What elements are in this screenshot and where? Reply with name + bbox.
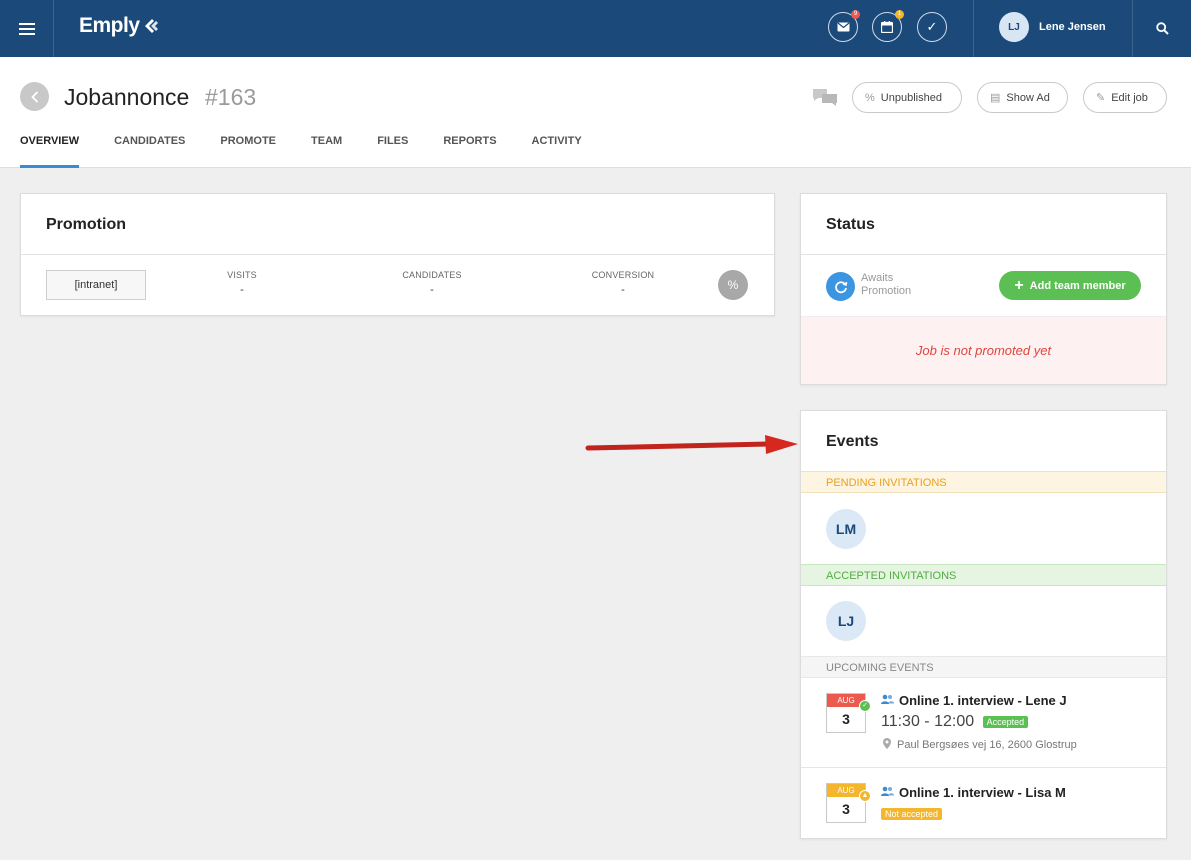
promotion-title: Promotion (46, 216, 126, 233)
promotion-card: Promotion [intranet] VISITS - CANDIDATES… (20, 193, 775, 316)
page-title: Jobannonce (64, 84, 190, 110)
tab-candidates[interactable]: CANDIDATES (114, 134, 185, 168)
accepted-check-icon: ✓ (859, 700, 871, 712)
event-time-text: 11:30 - 12:00 (881, 713, 975, 730)
plus-icon: + (1014, 276, 1024, 294)
metric-label: CONVERSION (591, 270, 655, 280)
add-team-member-label: Add team member (1029, 279, 1126, 292)
upcoming-events-header: UPCOMING EVENTS (801, 656, 1166, 678)
search-icon (1155, 22, 1169, 35)
event-title[interactable]: Online 1. interview - Lene J (881, 693, 1067, 708)
events-card: Events PENDING INVITATIONS LM ACCEPTED I… (800, 410, 1167, 839)
event-item[interactable]: AUG 3 ▲ Online 1. interview - Lisa M Not… (801, 767, 1166, 837)
event-title-text: Online 1. interview - Lene J (899, 693, 1067, 708)
unpublished-icon: % (865, 91, 875, 104)
calendar-day: 3 (842, 801, 850, 817)
metric-value: - (240, 284, 244, 296)
calendar-day: 3 (842, 711, 850, 727)
event-item[interactable]: AUG 3 ✓ Online 1. interview - Lene J 11:… (801, 679, 1166, 767)
search-button[interactable] (1133, 0, 1191, 57)
comments-icon[interactable] (812, 87, 838, 107)
unpublished-button[interactable]: % Unpublished (852, 82, 962, 113)
unpublish-toggle-button[interactable]: % (718, 270, 748, 300)
show-ad-button[interactable]: ▤ Show Ad (977, 82, 1068, 113)
metric-value: - (621, 284, 625, 296)
pencil-icon: ✎ (1096, 92, 1106, 104)
avatar[interactable]: LM (826, 509, 866, 549)
job-tabs: OVERVIEW CANDIDATES PROMOTE TEAM FILES R… (20, 134, 617, 168)
metric-value: - (430, 284, 434, 296)
logo-mark-icon (144, 19, 158, 33)
hamburger-icon (18, 22, 35, 35)
channel-label: [intranet] (46, 270, 146, 300)
menu-button[interactable] (0, 0, 54, 57)
people-icon (881, 786, 894, 800)
unpublished-icon: % (727, 278, 739, 292)
metric-visits: VISITS - (182, 270, 302, 296)
refresh-icon (826, 272, 855, 301)
back-button[interactable] (20, 82, 49, 111)
calendar-badge: 1 (895, 10, 904, 19)
people-icon (881, 694, 894, 708)
tab-team[interactable]: TEAM (311, 134, 342, 168)
job-number: #163 (205, 84, 257, 110)
tab-reports[interactable]: REPORTS (443, 134, 496, 168)
logo-text: Emply (79, 14, 140, 37)
accepted-invitations-header: ACCEPTED INVITATIONS (801, 564, 1166, 586)
chevron-left-icon (30, 90, 38, 103)
annotation-arrow (585, 435, 798, 454)
mail-button[interactable]: 9 (828, 10, 860, 42)
pending-invitations-header: PENDING INVITATIONS (801, 471, 1166, 493)
status-card: Status Awaits Promotion + Add team membe… (800, 193, 1167, 385)
status-badge: Not accepted (881, 807, 943, 820)
event-location: Paul Bergsøes vej 16, 2600 Glostrup (883, 738, 1077, 752)
tab-promote[interactable]: PROMOTE (220, 134, 276, 168)
edit-job-label: Edit job (1111, 91, 1148, 104)
checkmark-icon: ✓ (926, 19, 938, 34)
card-divider (21, 254, 774, 255)
status-state: Awaits Promotion (861, 272, 941, 298)
event-time: 11:30 - 12:00 Accepted (881, 713, 1029, 731)
unpublished-label: Unpublished (880, 91, 942, 104)
event-title-text: Online 1. interview - Lisa M (899, 785, 1066, 800)
add-team-member-button[interactable]: + Add team member (999, 271, 1141, 300)
event-status: Not accepted (877, 805, 943, 823)
metric-conversion: CONVERSION - (563, 270, 683, 296)
job-header: Jobannonce #163 % Unpublished ▤ Show Ad … (0, 57, 1191, 168)
card-divider (801, 254, 1166, 255)
mail-icon (837, 22, 849, 32)
user-avatar: LJ (999, 12, 1029, 42)
events-title: Events (826, 433, 879, 450)
pending-warning-icon: ▲ (859, 790, 871, 802)
status-title: Status (826, 216, 875, 233)
event-location-text: Paul Bergsøes vej 16, 2600 Glostrup (897, 739, 1077, 751)
calendar-date: AUG 3 ✓ (826, 693, 871, 733)
user-menu[interactable]: LJ Lene Jensen (999, 12, 1106, 42)
topbar-divider (973, 0, 974, 57)
mail-badge: 9 (851, 10, 860, 19)
event-title[interactable]: Online 1. interview - Lisa M (881, 785, 1066, 800)
calendar-button[interactable]: 1 (872, 10, 904, 42)
document-icon: ▤ (990, 92, 1001, 104)
metric-candidates: CANDIDATES - (372, 270, 492, 296)
calendar-date: AUG 3 ▲ (826, 783, 871, 823)
tasks-button[interactable]: ✓ (917, 12, 947, 42)
top-navigation-bar: Emply 9 1 ✓ LJ Lene Jensen (0, 0, 1191, 57)
location-pin-icon (883, 738, 891, 752)
edit-job-button[interactable]: ✎ Edit job (1083, 82, 1167, 113)
tab-files[interactable]: FILES (377, 134, 408, 168)
user-name: Lene Jensen (1039, 21, 1106, 33)
status-state-line: Awaits (861, 272, 894, 284)
app-logo[interactable]: Emply (79, 14, 161, 38)
status-state-line: Promotion (861, 285, 912, 297)
metric-label: VISITS (227, 270, 257, 280)
metric-label: CANDIDATES (402, 270, 462, 280)
calendar-icon (881, 21, 893, 33)
status-message: Job is not promoted yet (801, 316, 1166, 384)
avatar[interactable]: LJ (826, 601, 866, 641)
tab-activity[interactable]: ACTIVITY (532, 134, 582, 168)
status-badge: Accepted (982, 715, 1029, 728)
show-ad-label: Show Ad (1006, 91, 1050, 104)
tab-overview[interactable]: OVERVIEW (20, 134, 80, 168)
